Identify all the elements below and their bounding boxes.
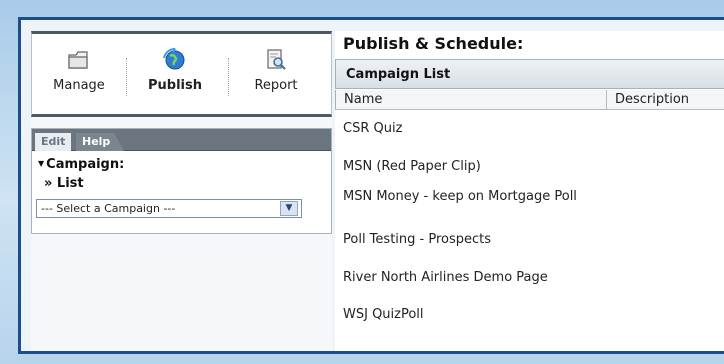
tab-edit[interactable]: Edit <box>35 133 71 151</box>
table-row[interactable]: WSJ QuizPoll <box>343 307 603 322</box>
outer-background: Manage Publish Report Edit Help ▼ Campai… <box>0 0 724 364</box>
folder-icon <box>68 51 88 69</box>
campaign-list-header: Campaign List <box>335 59 724 89</box>
column-header-name[interactable]: Name <box>335 90 607 110</box>
publish-button[interactable]: Publish <box>132 42 218 108</box>
manage-button[interactable]: Manage <box>38 42 120 108</box>
campaign-panel: Edit Help ▼ Campaign: » List --- Select a… <box>31 128 332 234</box>
campaign-heading[interactable]: ▼ Campaign: <box>38 157 124 172</box>
campaign-list-title: Campaign List <box>346 67 451 82</box>
panel-tabs: Edit Help <box>32 129 331 151</box>
table-row[interactable]: MSN (Red Paper Clip) <box>343 159 603 174</box>
report-label: Report <box>254 78 298 93</box>
left-panel: Manage Publish Report Edit Help ▼ Campai… <box>31 31 332 351</box>
table-row[interactable]: River North Airlines Demo Page <box>343 270 603 285</box>
campaign-heading-label: Campaign: <box>46 157 125 172</box>
campaign-list-link[interactable]: » List <box>44 176 84 191</box>
report-button[interactable]: Report <box>236 42 316 108</box>
main-content: Publish & Schedule: Campaign List Name D… <box>335 31 724 351</box>
globe-refresh-icon <box>163 48 185 70</box>
campaign-select[interactable]: --- Select a Campaign --- <box>36 199 302 218</box>
column-header-description[interactable]: Description <box>607 90 724 110</box>
toolbar-divider <box>126 58 127 96</box>
page-title: Publish & Schedule: <box>343 34 524 53</box>
chevron-down-icon[interactable]: ▼ <box>280 201 298 216</box>
mode-toolbar: Manage Publish Report <box>31 31 332 117</box>
collapse-triangle-icon: ▼ <box>38 159 45 168</box>
report-magnifier-icon <box>267 49 286 70</box>
manage-label: Manage <box>53 78 105 93</box>
tab-help[interactable]: Help <box>76 133 124 151</box>
toolbar-divider <box>228 58 229 96</box>
app-window: Manage Publish Report Edit Help ▼ Campai… <box>18 17 724 354</box>
table-row[interactable]: MSN Money - keep on Mortgage Poll <box>343 189 603 204</box>
publish-label: Publish <box>148 78 202 93</box>
table-row[interactable]: CSR Quiz <box>343 121 603 136</box>
table-row[interactable]: Poll Testing - Prospects <box>343 232 603 247</box>
